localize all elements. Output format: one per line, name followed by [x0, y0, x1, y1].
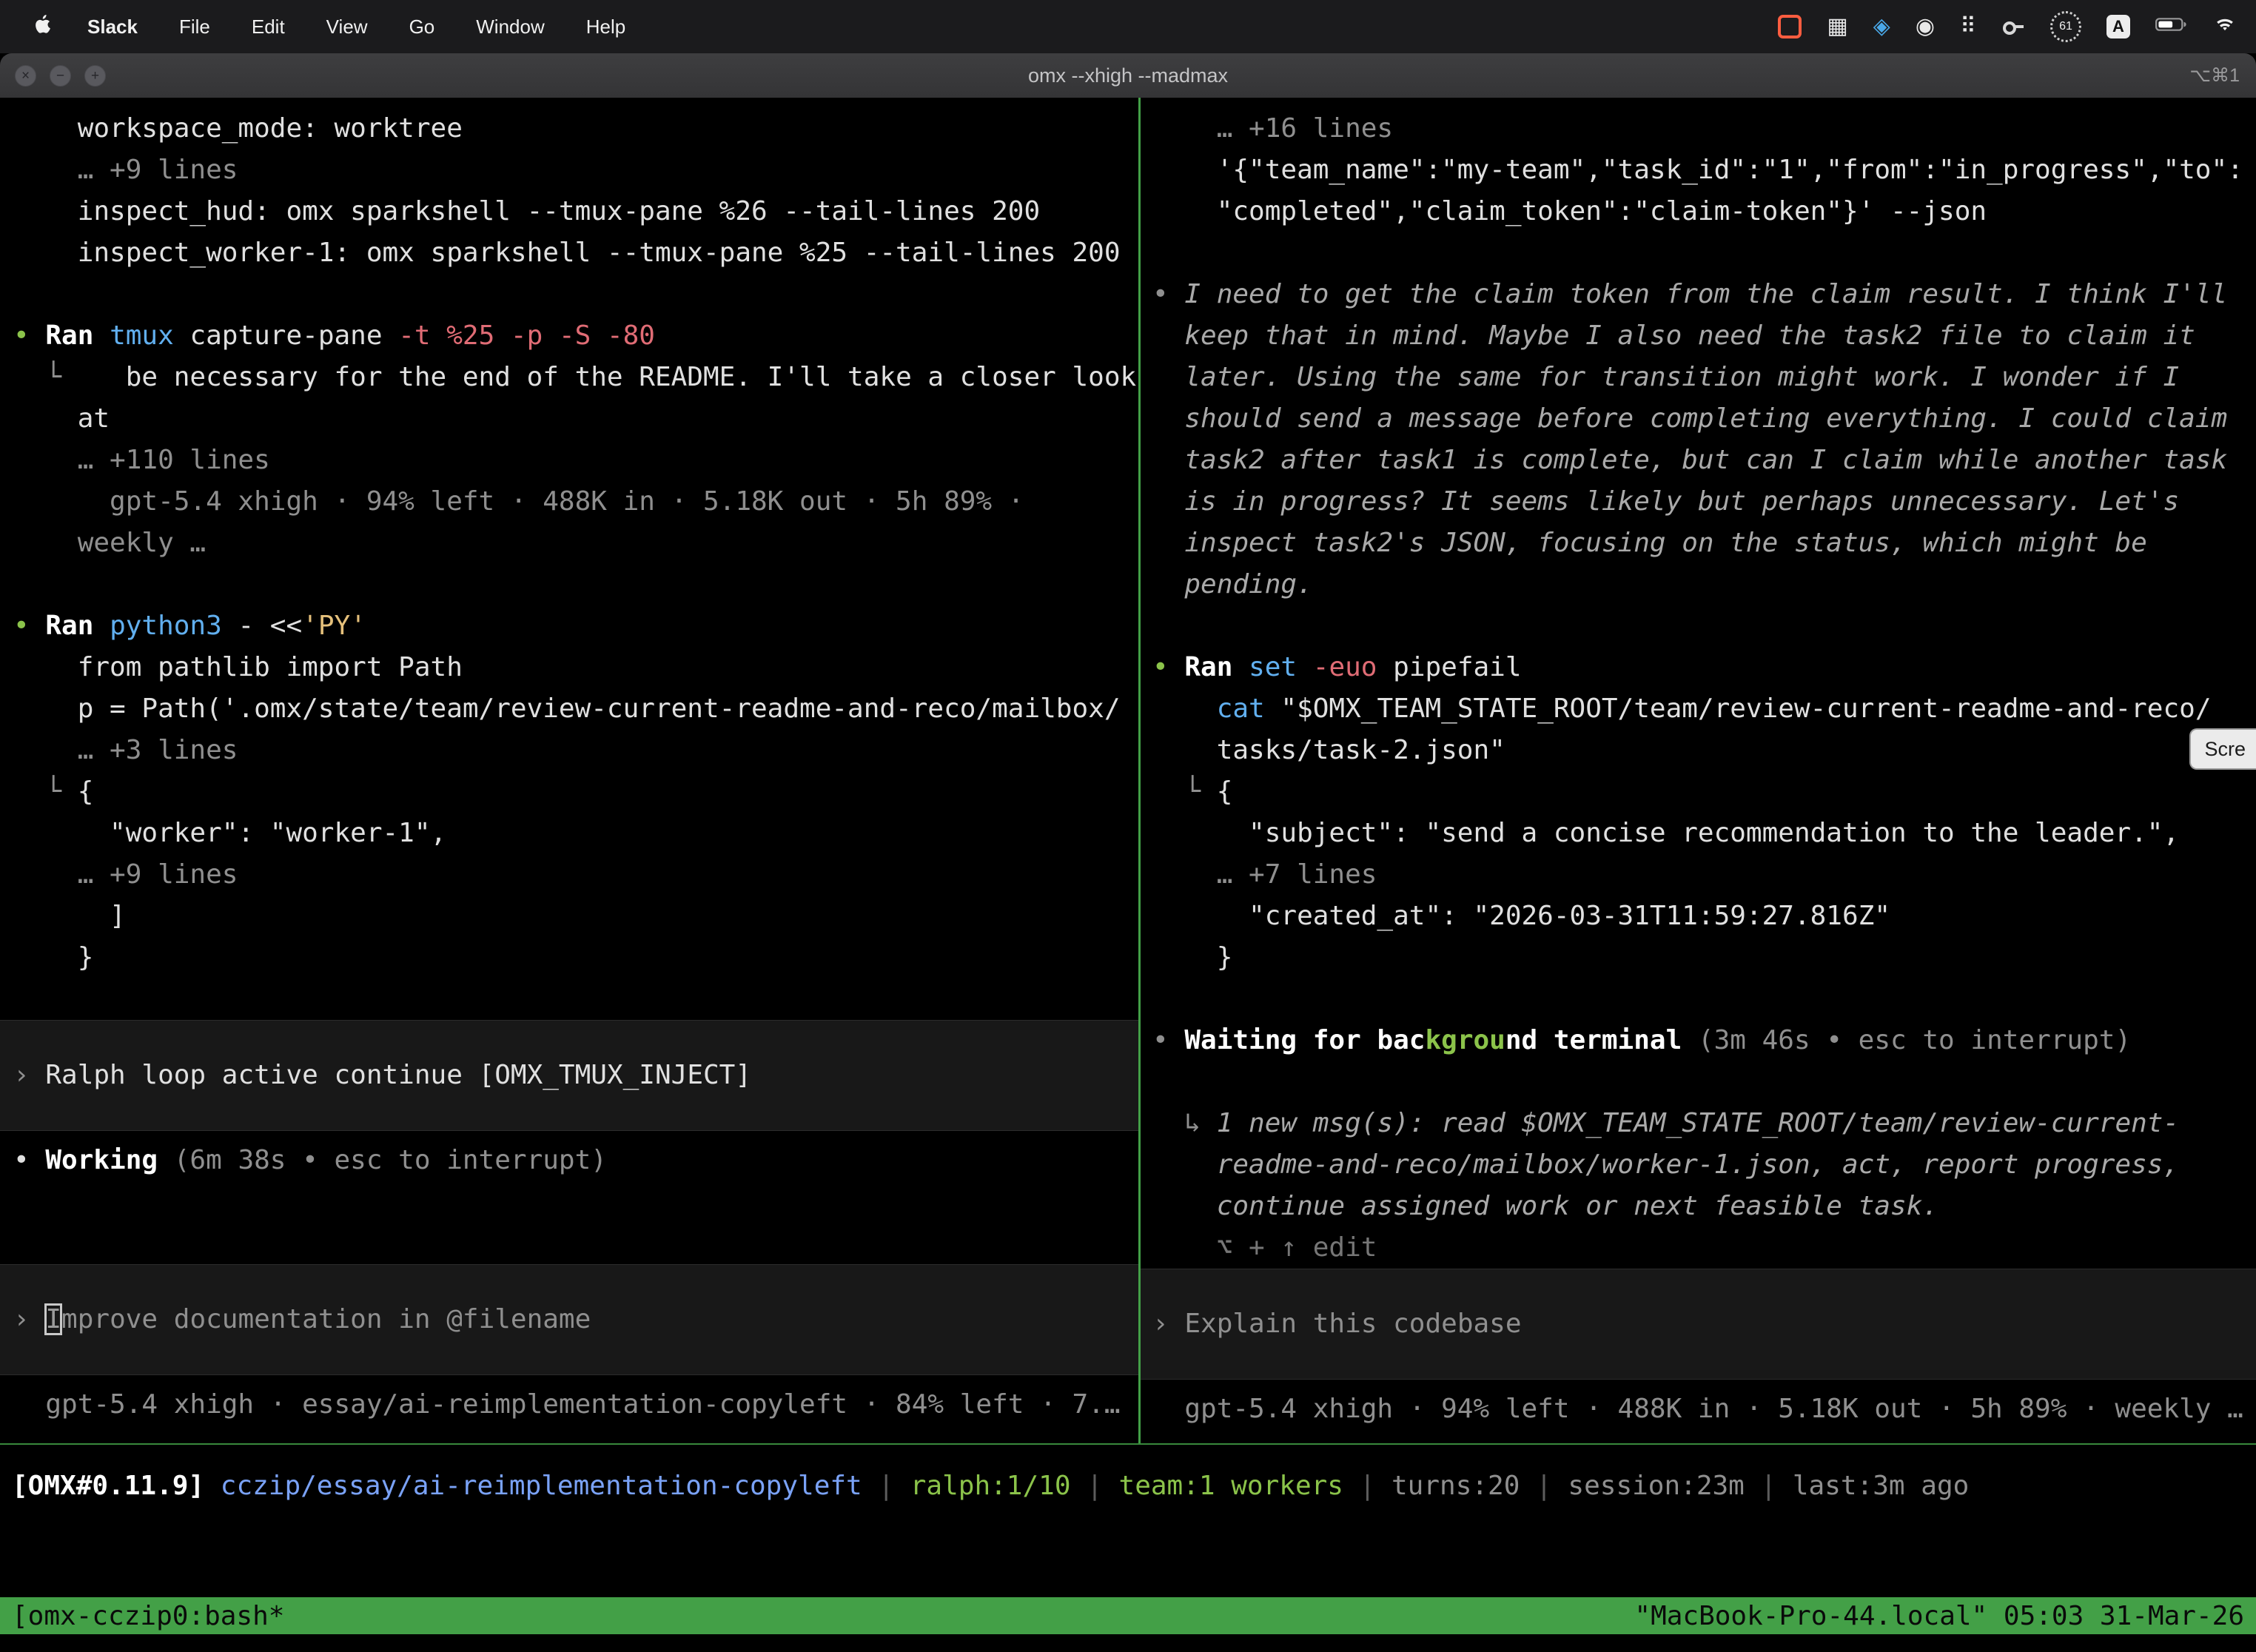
- blue-app-icon[interactable]: ◈: [1873, 16, 1890, 38]
- terminal-line: inspect_worker-1: omx sparkshell --tmux-…: [0, 232, 1138, 274]
- terminal-line: }: [1141, 937, 2256, 978]
- menu-bar-left: Slack File Edit View Go Window Help: [0, 14, 643, 40]
- active-app-menu[interactable]: Slack: [70, 16, 155, 38]
- tmux-panes-area: workspace_mode: worktree … +9 lines insp…: [0, 98, 2256, 1443]
- battery-percentage-badge[interactable]: 61: [2050, 11, 2081, 42]
- blank-line: [0, 564, 1138, 605]
- terminal-line: workspace_mode: worktree: [0, 108, 1138, 150]
- menu-window[interactable]: Window: [458, 16, 562, 38]
- terminal-line: └ be necessary for the end of the README…: [0, 357, 1138, 398]
- terminal-line: ]: [0, 896, 1138, 937]
- terminal-line: inspect_hud: omx sparkshell --tmux-pane …: [0, 191, 1138, 232]
- tmux-status-bar: [omx-cczip0:bash* "MacBook-Pro-44.local"…: [0, 1597, 2256, 1634]
- terminal-line: p = Path('.omx/state/team/review-current…: [0, 688, 1138, 730]
- terminal-line: later. Using the same for transition mig…: [1141, 357, 2256, 398]
- terminal-line: tasks/task-2.json": [1141, 730, 2256, 771]
- terminal-line: at: [0, 398, 1138, 440]
- terminal-line: from pathlib import Path: [0, 647, 1138, 688]
- key-icon[interactable]: [2001, 15, 2025, 38]
- screenshot-notification-chip[interactable]: Scre: [2189, 728, 2256, 770]
- terminal-line: pending.: [1141, 564, 2256, 605]
- terminal-line: should send a message before completing …: [1141, 398, 2256, 440]
- omx-hud-line: [OMX#0.11.9] cczip/essay/ai-reimplementa…: [0, 1465, 2256, 1507]
- menu-bar-status-icons: ▦ ◈ ◉ ⠿ 61 A: [1778, 11, 2256, 42]
- blank-line: [0, 274, 1138, 315]
- terminal-line: "completed","claim_token":"claim-token"}…: [1141, 191, 2256, 232]
- blank-line: [0, 1181, 1138, 1223]
- terminal-line: … +9 lines: [0, 854, 1138, 896]
- window-shortcut-hint: ⌥⌘1: [2189, 53, 2240, 98]
- terminal-line: • Ran set -euo pipefail: [1141, 647, 2256, 688]
- terminal-line: }: [0, 937, 1138, 978]
- blank-line: [1141, 1061, 2256, 1103]
- working-status-line: • Working (6m 38s • esc to interrupt): [0, 1140, 1138, 1181]
- tmux-session-window-label[interactable]: [omx-cczip0:bash*: [12, 1601, 284, 1631]
- menu-view[interactable]: View: [309, 16, 386, 38]
- blank-line: [0, 1223, 1138, 1264]
- battery-icon[interactable]: [2155, 16, 2188, 38]
- terminal-line: … +7 lines: [1141, 854, 2256, 896]
- terminal-line: '{"team_name":"my-team","task_id":"1","f…: [1141, 150, 2256, 191]
- screen-recording-indicator-icon[interactable]: [1778, 15, 1802, 38]
- prompt-input-band[interactable]: › Explain this codebase: [1141, 1269, 2256, 1380]
- menu-go[interactable]: Go: [392, 16, 453, 38]
- terminal-line: inspect task2's JSON, focusing on the st…: [1141, 523, 2256, 564]
- terminal-line: … +110 lines: [0, 440, 1138, 481]
- menu-edit[interactable]: Edit: [234, 16, 303, 38]
- terminal-line: readme-and-reco/mailbox/worker-1.json, a…: [1141, 1144, 2256, 1186]
- terminal-line: • Ran python3 - <<'PY': [0, 605, 1138, 647]
- right-terminal-pane[interactable]: … +16 lines '{"team_name":"my-team","tas…: [1141, 98, 2256, 1443]
- terminal-line: "created_at": "2026-03-31T11:59:27.816Z": [1141, 896, 2256, 937]
- omx-hud-pane: [OMX#0.11.9] cczip/essay/ai-reimplementa…: [0, 1465, 2256, 1507]
- terminal-line: "subject": "send a concise recommendatio…: [1141, 813, 2256, 854]
- grid-app-icon[interactable]: ▦: [1827, 16, 1847, 38]
- model-status-line: gpt-5.4 xhigh · 94% left · 488K in · 5.1…: [1141, 1389, 2256, 1430]
- terminal-line: task2 after task1 is complete, but can I…: [1141, 440, 2256, 481]
- terminal-line: "worker": "worker-1",: [0, 813, 1138, 854]
- left-terminal-pane[interactable]: workspace_mode: worktree … +9 lines insp…: [0, 98, 1138, 1443]
- dots-grid-icon[interactable]: ⠿: [1960, 16, 1976, 38]
- terminal-line: … +9 lines: [0, 150, 1138, 191]
- terminal-line: gpt-5.4 xhigh · 94% left · 488K in · 5.1…: [0, 481, 1138, 523]
- prompt-input-band[interactable]: › Improve documentation in @filename: [0, 1264, 1138, 1375]
- terminal-line: … +16 lines: [1141, 108, 2256, 150]
- model-status-line: gpt-5.4 xhigh · essay/ai-reimplementatio…: [0, 1384, 1138, 1426]
- terminal-line: continue assigned work or next feasible …: [1141, 1186, 2256, 1227]
- blank-line: [0, 978, 1138, 1020]
- window-title: omx --xhigh --madmax: [0, 53, 2256, 98]
- terminal-line: keep that in mind. Maybe I also need the…: [1141, 315, 2256, 357]
- screenshot-chip-label: Scre: [2204, 738, 2246, 761]
- terminal-line: └ {: [0, 771, 1138, 813]
- terminal-line: └ {: [1141, 771, 2256, 813]
- terminal-line: • I need to get the claim token from the…: [1141, 274, 2256, 315]
- macos-menu-bar: Slack File Edit View Go Window Help ▦ ◈ …: [0, 0, 2256, 53]
- waiting-status-line: • Waiting for background terminal (3m 46…: [1141, 1020, 2256, 1061]
- apple-menu-icon[interactable]: [22, 14, 64, 40]
- input-source-letter: A: [2112, 17, 2124, 36]
- battery-percentage-value: 61: [2059, 20, 2072, 33]
- terminal-line: ⌥ + ↑ edit: [1141, 1227, 2256, 1269]
- wifi-icon[interactable]: [2213, 15, 2237, 39]
- record-circle-icon[interactable]: ◉: [1916, 16, 1935, 38]
- terminal-line: cat "$OMX_TEAM_STATE_ROOT/team/review-cu…: [1141, 688, 2256, 730]
- blank-line: [1141, 232, 2256, 274]
- terminal-line: weekly …: [0, 523, 1138, 564]
- menu-file[interactable]: File: [161, 16, 228, 38]
- window-title-bar[interactable]: × − + omx --xhigh --madmax ⌥⌘1: [0, 53, 2256, 98]
- terminal-line: … +3 lines: [0, 730, 1138, 771]
- terminal-line: ↳ 1 new msg(s): read $OMX_TEAM_STATE_ROO…: [1141, 1103, 2256, 1144]
- blank-line: [1141, 605, 2256, 647]
- menu-help[interactable]: Help: [568, 16, 643, 38]
- tmux-host-clock-label: "MacBook-Pro-44.local" 05:03 31-Mar-26: [1634, 1601, 2244, 1631]
- blank-line: [1141, 978, 2256, 1020]
- terminal-line: is in progress? It seems likely but perh…: [1141, 481, 2256, 523]
- tmux-horizontal-divider: [0, 1443, 2256, 1445]
- ralph-loop-input-band[interactable]: › Ralph loop active continue [OMX_TMUX_I…: [0, 1020, 1138, 1131]
- terminal-line: • Ran tmux capture-pane -t %25 -p -S -80: [0, 315, 1138, 357]
- desktop-screen: Slack File Edit View Go Window Help ▦ ◈ …: [0, 0, 2256, 1652]
- input-source-icon[interactable]: A: [2106, 15, 2130, 38]
